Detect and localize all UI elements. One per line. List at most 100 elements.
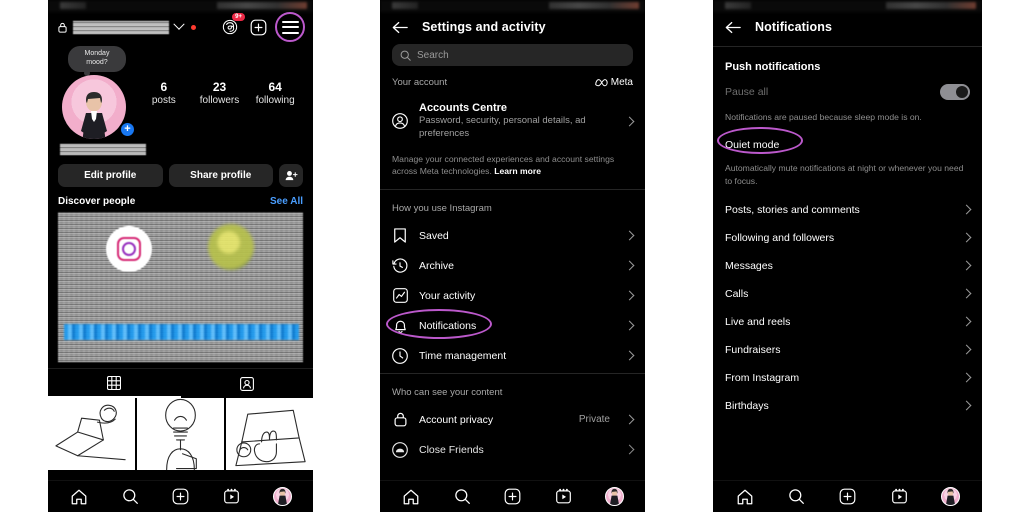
- accounts-centre-helper-text: Manage your connected experiences and ac…: [380, 148, 645, 187]
- add-story-button[interactable]: +: [119, 120, 136, 138]
- avatar[interactable]: [62, 74, 126, 139]
- status-bar: [48, 0, 313, 12]
- grid-cell[interactable]: [137, 397, 224, 470]
- row-following-and-followers[interactable]: Following and followers: [713, 224, 982, 252]
- row-title: From Instagram: [725, 371, 800, 384]
- row-posts-stories-comments[interactable]: Posts, stories and comments: [713, 196, 982, 224]
- stat-following-label: following: [255, 95, 295, 106]
- bottom-tab-bar: [713, 480, 982, 512]
- row-saved[interactable]: Saved: [380, 221, 645, 251]
- home-tab[interactable]: [735, 487, 755, 507]
- status-bar-indicators: [217, 2, 307, 9]
- row-birthdays[interactable]: Birthdays: [713, 392, 982, 420]
- row-fundraisers[interactable]: Fundraisers: [713, 336, 982, 364]
- stat-posts[interactable]: 6 posts: [136, 46, 192, 106]
- row-archive[interactable]: Archive: [380, 251, 645, 281]
- menu-button[interactable]: [275, 12, 305, 42]
- stat-followers[interactable]: 23 followers: [192, 46, 248, 106]
- grid-cell[interactable]: [48, 397, 135, 470]
- tagged-tab[interactable]: [181, 369, 314, 398]
- row-pause-all[interactable]: Pause all: [713, 77, 982, 107]
- section-header-how-you-use: How you use Instagram: [380, 192, 645, 221]
- back-arrow-icon[interactable]: [725, 21, 741, 34]
- divider: [380, 372, 645, 374]
- chevron-right-icon: [961, 260, 972, 271]
- avatar-thumb-icon: [277, 488, 287, 505]
- grid-tab[interactable]: [48, 369, 181, 398]
- row-time-management[interactable]: Time management: [380, 341, 645, 371]
- row-accounts-centre[interactable]: Accounts Centre Password, security, pers…: [380, 95, 645, 148]
- row-your-activity[interactable]: Your activity: [380, 281, 645, 311]
- stat-posts-label: posts: [151, 95, 176, 106]
- discover-see-all-link[interactable]: See All: [270, 196, 303, 207]
- toggle-knob: [956, 86, 968, 98]
- pause-all-toggle[interactable]: [940, 84, 970, 100]
- meta-label: Meta: [610, 77, 633, 88]
- threads-icon: [222, 19, 238, 35]
- row-title: Messages: [725, 259, 773, 272]
- activity-chart-icon: [392, 288, 408, 304]
- chevron-right-icon: [624, 320, 635, 331]
- profile-avatar[interactable]: [604, 487, 624, 506]
- row-account-privacy[interactable]: Account privacy Private: [380, 405, 645, 435]
- section-label: Your account: [392, 77, 448, 88]
- search-icon: [400, 50, 411, 61]
- profile-action-buttons: Edit profile Share profile: [48, 155, 313, 187]
- reels-tab[interactable]: [554, 487, 574, 507]
- row-close-friends[interactable]: Close Friends: [380, 435, 645, 465]
- line-art-lightbulb-idea: [165, 398, 197, 470]
- learn-more-link[interactable]: Learn more: [494, 166, 541, 176]
- reels-icon: [892, 488, 907, 504]
- avatar-illustration: [81, 91, 107, 139]
- stat-posts-count: 6: [160, 80, 168, 94]
- profile-avatar[interactable]: [272, 487, 292, 506]
- search-tab[interactable]: [786, 487, 806, 507]
- create-tab[interactable]: [838, 487, 858, 507]
- reels-tab[interactable]: [890, 487, 910, 507]
- create-button[interactable]: [247, 16, 269, 38]
- add-people-button[interactable]: [279, 163, 303, 187]
- hamburger-menu-icon: [281, 20, 299, 34]
- search-tab[interactable]: [120, 487, 140, 507]
- create-tab[interactable]: [503, 487, 523, 507]
- profile-avatar[interactable]: [941, 487, 961, 506]
- home-tab[interactable]: [401, 487, 421, 507]
- row-title: Time management: [419, 349, 507, 362]
- row-calls[interactable]: Calls: [713, 280, 982, 308]
- share-profile-button[interactable]: Share profile: [168, 163, 273, 187]
- status-bar: [713, 0, 982, 12]
- row-content: Accounts Centre Password, security, pers…: [419, 102, 615, 141]
- search-placeholder: Search: [417, 49, 449, 61]
- quiet-mode-helper-text: Automatically mute notifications at nigh…: [725, 162, 964, 186]
- profile-photo-grid: [48, 397, 313, 470]
- threads-button[interactable]: 9+: [219, 13, 245, 38]
- edit-profile-button[interactable]: Edit profile: [58, 163, 163, 187]
- row-notifications[interactable]: Notifications: [380, 308, 645, 341]
- row-quiet-mode[interactable]: Quiet mode: [713, 126, 982, 158]
- chevron-right-icon: [624, 290, 635, 301]
- screenshot-canvas: 9+ Monday mood? + 6 posts 23 followers 6…: [0, 0, 1024, 512]
- back-arrow-icon[interactable]: [392, 21, 408, 34]
- stat-followers-label: followers: [199, 95, 240, 106]
- username-masked[interactable]: [73, 20, 169, 34]
- bell-icon: [392, 318, 408, 334]
- quiet-mode-label: Quiet mode: [725, 138, 780, 151]
- row-from-instagram[interactable]: From Instagram: [713, 364, 982, 392]
- stat-following[interactable]: 64 following: [247, 46, 303, 106]
- status-bar-time: [725, 2, 751, 9]
- reels-tab[interactable]: [222, 487, 242, 507]
- search-tab[interactable]: [452, 487, 472, 507]
- row-live-and-reels[interactable]: Live and reels: [713, 308, 982, 336]
- home-tab[interactable]: [69, 487, 89, 507]
- chevron-right-icon: [961, 288, 972, 299]
- create-tab[interactable]: [171, 487, 191, 507]
- reels-icon: [224, 488, 240, 504]
- search-input[interactable]: Search: [392, 44, 633, 66]
- section-header-push-notifications: Push notifications: [713, 49, 982, 77]
- chevron-down-icon[interactable]: [173, 18, 185, 30]
- profile-note-bubble[interactable]: Monday mood?: [68, 46, 126, 75]
- row-messages[interactable]: Messages: [713, 252, 982, 280]
- grid-cell[interactable]: [226, 397, 313, 470]
- chevron-right-icon: [624, 116, 635, 127]
- page-title: Notifications: [755, 20, 832, 34]
